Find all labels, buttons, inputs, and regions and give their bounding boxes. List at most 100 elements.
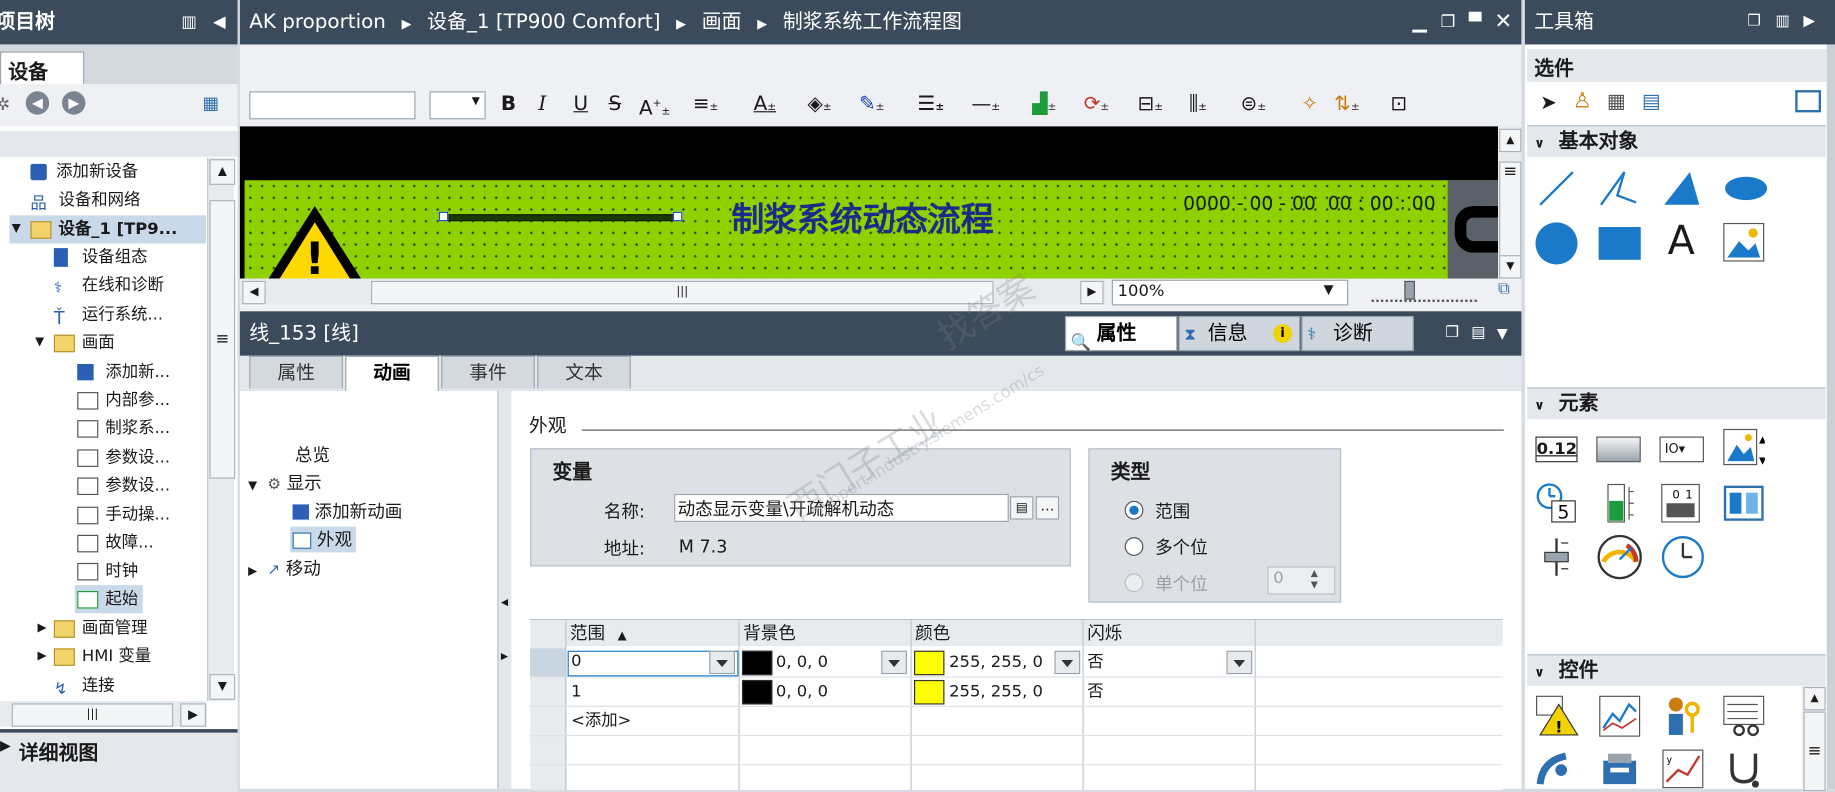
zoom-select[interactable]: 100% ▼	[1111, 279, 1349, 306]
tool-gauge[interactable]	[1596, 534, 1643, 581]
object-list-icon[interactable]: ▦	[1607, 90, 1626, 113]
zoom-slider[interactable]	[1371, 280, 1477, 302]
scroll-down-button[interactable]: ▼	[1499, 255, 1522, 279]
arrange-icon[interactable]: ⇅±	[1334, 91, 1360, 117]
dropdown-arrow-icon[interactable]: ▼	[1324, 282, 1334, 297]
scroll-left-button[interactable]: ◀	[242, 280, 266, 305]
view-toggle-icon[interactable]	[1795, 90, 1821, 113]
tool-date-time-field[interactable]: 5	[1535, 482, 1577, 524]
collapse-down-icon[interactable]: ▼	[1497, 311, 1508, 355]
tool-line[interactable]	[1535, 167, 1577, 209]
nav-display[interactable]: ▼ ⚙ 显示	[248, 470, 322, 495]
same-size-icon[interactable]: ⊜±	[1241, 91, 1267, 117]
tool-alarm-view[interactable]: !	[1535, 695, 1579, 737]
table-row[interactable]: 1 0, 0, 0 255, 255, 0 否	[530, 678, 1503, 707]
dropdown-arrow-icon[interactable]	[1054, 650, 1081, 675]
background-color-swatch[interactable]	[741, 679, 773, 705]
italic-icon[interactable]: I	[538, 91, 546, 117]
tool-graphic-io[interactable]: ▲▼	[1723, 428, 1765, 468]
slider-thumb[interactable]	[1404, 280, 1415, 300]
splitter-arrow-icon[interactable]: ▶	[501, 651, 508, 662]
tool-media-player[interactable]	[1599, 749, 1641, 789]
expand-arrow-icon[interactable]: ▶	[37, 614, 46, 642]
scroll-thumb[interactable]: |||	[11, 703, 174, 727]
properties-panel-tab[interactable]: 🔍 属性	[1064, 315, 1178, 352]
font-size-field[interactable]: ▼	[429, 91, 486, 120]
scroll-right-button[interactable]: ▶	[180, 703, 206, 727]
tab-events[interactable]: 事件	[441, 355, 535, 389]
nav-appearance[interactable]: 外观	[290, 526, 356, 553]
restore-icon[interactable]: ❐	[1445, 311, 1459, 355]
line-color-icon[interactable]: ✎±	[859, 91, 885, 117]
color-swatch[interactable]	[914, 650, 945, 676]
tab-texts[interactable]: 文本	[537, 355, 631, 389]
format-painter-icon[interactable]: ✧	[1301, 91, 1318, 117]
stamp-icon[interactable]: ♙	[1573, 89, 1592, 114]
background-color-swatch[interactable]	[741, 650, 773, 676]
scroll-up-button[interactable]: ▲	[209, 159, 236, 185]
minimize-icon[interactable]: ▁	[1413, 0, 1427, 44]
tool-polyline[interactable]	[1596, 167, 1638, 209]
scroll-thumb[interactable]: ≡	[209, 200, 236, 479]
tag-name-field[interactable]: 动态显示变量\开疏解机动态 ▤ …	[674, 493, 1060, 522]
tool-graphic-view[interactable]	[1723, 222, 1765, 262]
table-row[interactable]: 0 0, 0, 0 255, 255, 0 否	[530, 648, 1503, 678]
scroll-up-button[interactable]: ▲	[1803, 686, 1826, 711]
tool-switch[interactable]: 01	[1659, 482, 1701, 524]
dropdown-arrow-icon[interactable]	[709, 650, 735, 675]
bold-icon[interactable]: B	[501, 91, 516, 117]
restore-icon[interactable]: ❐	[1747, 0, 1761, 44]
fill-color-icon[interactable]: ◈±	[808, 91, 832, 117]
section-controls[interactable]: ∨ 控件	[1527, 654, 1826, 686]
nav-overview[interactable]: 总览	[295, 442, 330, 467]
collapse-right-icon[interactable]: ▶	[1803, 0, 1815, 44]
tool-clock[interactable]	[1659, 534, 1706, 581]
align-icon[interactable]: ⊟±	[1138, 91, 1164, 117]
info-panel-tab[interactable]: ⧗ 信息 i	[1178, 315, 1301, 352]
pane-toggle-icon[interactable]: ▥	[1775, 0, 1789, 44]
diagnostics-panel-tab[interactable]: ⚕ 诊断	[1301, 315, 1414, 352]
tool-bar[interactable]	[1599, 482, 1641, 524]
bring-front-icon[interactable]: ▟±	[1032, 91, 1056, 117]
tree-view-options-icon[interactable]: ▦	[202, 92, 219, 113]
selection-handle[interactable]	[672, 211, 683, 222]
range-value-field[interactable]: 0	[567, 650, 739, 677]
scroll-up-button[interactable]: ▲	[1499, 128, 1522, 153]
tree-item-start-screen[interactable]: 起始	[74, 585, 143, 614]
row-selector[interactable]	[530, 648, 566, 677]
tool-recipe-view[interactable]	[1723, 695, 1765, 737]
column-header-color[interactable]: 颜色	[915, 620, 950, 646]
tree-settings-icon[interactable]: ✲	[0, 94, 10, 115]
color-swatch[interactable]	[914, 679, 945, 705]
expand-arrow-icon[interactable]: ▼	[12, 215, 21, 243]
tag-list-icon[interactable]: ▤	[1009, 496, 1034, 520]
table-icon[interactable]: ▤	[1642, 90, 1661, 113]
nav-add-animation[interactable]: 添加新动画	[292, 499, 402, 524]
tool-f-xy-view[interactable]: y	[1662, 749, 1704, 789]
splitter-arrow-icon[interactable]: ◀	[501, 597, 508, 608]
line-style-icon[interactable]: —±	[971, 91, 1000, 117]
pointer-icon[interactable]: ➤	[1540, 91, 1557, 114]
scroll-thumb[interactable]: ≡	[1803, 711, 1826, 792]
zoom-selection-icon[interactable]: ⊡	[1390, 91, 1407, 117]
tree-item-device-1[interactable]: ▼ 设备_1 [TP9...	[9, 215, 206, 244]
tool-rectangle[interactable]	[1596, 222, 1643, 264]
tool-graphic-list[interactable]	[1723, 482, 1765, 524]
line-width-icon[interactable]: ☰±	[918, 91, 945, 117]
spinner-down-icon[interactable]: ▼	[1311, 579, 1318, 590]
text-align-icon[interactable]: ≡±	[693, 91, 719, 117]
breadcrumb-item[interactable]: 制浆系统工作流程图	[783, 11, 962, 34]
underline-icon[interactable]: U	[573, 91, 588, 117]
expand-arrow-icon[interactable]: ▼	[248, 480, 257, 493]
options-bar[interactable]: 选件	[1527, 49, 1827, 82]
tool-button[interactable]	[1596, 436, 1641, 463]
nav-splitter[interactable]: ◀ ▶	[497, 390, 513, 789]
selected-line[interactable]	[438, 211, 683, 222]
tool-text-field[interactable]: A	[1668, 218, 1695, 265]
device-tab[interactable]: 设备	[0, 51, 85, 85]
tab-animations[interactable]: 动画	[345, 355, 439, 391]
browse-button[interactable]: …	[1035, 496, 1060, 520]
tool-polygon[interactable]	[1659, 167, 1701, 209]
zoom-fit-icon[interactable]: ⧉	[1498, 280, 1510, 299]
section-elements[interactable]: ∨ 元素	[1527, 387, 1826, 419]
